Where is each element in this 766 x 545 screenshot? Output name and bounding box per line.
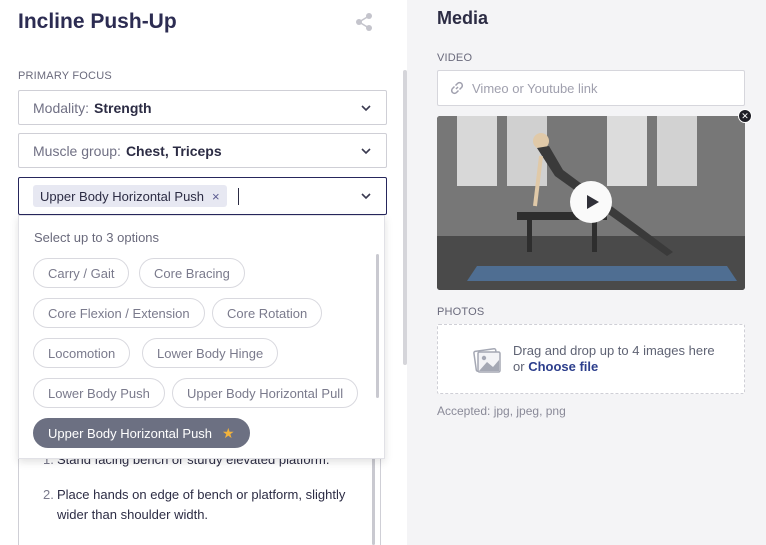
photo-dropzone[interactable]: Drag and drop up to 4 images here or Cho… — [437, 324, 745, 394]
media-title: Media — [437, 8, 489, 28]
video-thumbnail[interactable] — [437, 116, 745, 290]
option-chip[interactable]: Core Flexion / Extension — [33, 298, 205, 328]
option-chip[interactable]: Lower Body Hinge — [142, 338, 279, 368]
chevron-down-icon[interactable] — [360, 145, 372, 157]
option-chip[interactable]: Locomotion — [33, 338, 131, 368]
instructions-scrollbar[interactable] — [372, 455, 375, 545]
image-icon — [473, 348, 501, 373]
video-link-placeholder: Vimeo or Youtube link — [472, 80, 598, 96]
remove-video-icon[interactable]: ✕ — [738, 109, 752, 123]
remove-tag-icon[interactable]: × — [212, 189, 220, 204]
exercise-editor-panel: Incline Push-Up PRIMARY FOCUS Modality: … — [0, 0, 407, 545]
option-chip[interactable]: Carry / Gait — [33, 258, 130, 288]
play-icon — [587, 195, 599, 209]
video-link-input[interactable]: Vimeo or Youtube link — [437, 70, 745, 106]
photo-drop-instructions: Drag and drop up to 4 images here — [513, 343, 715, 358]
modality-select[interactable]: Modality: Strength — [18, 90, 387, 125]
photos-label: PHOTOS — [437, 306, 485, 318]
accepted-formats: Accepted: jpg, jpeg, png — [437, 404, 566, 418]
text-caret — [237, 187, 239, 205]
dropdown-scrollbar[interactable] — [376, 254, 379, 398]
modality-key: Modality: — [33, 99, 90, 116]
selected-tag-label: Upper Body Horizontal Push — [40, 188, 205, 204]
muscle-group-value: Chest, Triceps — [125, 142, 222, 159]
chevron-down-icon[interactable] — [360, 102, 372, 114]
dropdown-hint: Select up to 3 options — [34, 230, 160, 245]
option-chip[interactable]: Core Bracing — [139, 258, 245, 288]
chevron-down-icon[interactable] — [360, 190, 372, 202]
modality-value: Strength — [94, 99, 152, 116]
step-text: Place hands on edge of bench or platform… — [57, 487, 346, 522]
primary-focus-label: PRIMARY FOCUS — [18, 70, 112, 82]
movement-options-dropdown: Select up to 3 options Carry / Gait Core… — [18, 215, 385, 459]
play-button[interactable] — [570, 181, 612, 223]
movement-pattern-select[interactable]: Upper Body Horizontal Push × — [18, 177, 387, 215]
option-chip-label: Upper Body Horizontal Push — [48, 425, 213, 441]
option-chip-selected[interactable]: Upper Body Horizontal Push ★ — [33, 418, 250, 448]
exercise-title: Incline Push-Up — [18, 10, 177, 33]
muscle-group-key: Muscle group: — [33, 142, 121, 159]
star-icon[interactable]: ★ — [222, 425, 235, 442]
step-number: 2. — [43, 487, 54, 502]
share-icon[interactable] — [354, 12, 374, 32]
muscle-group-select[interactable]: Muscle group: Chest, Triceps — [18, 133, 387, 168]
selected-tag: Upper Body Horizontal Push × — [33, 185, 227, 207]
photo-drop-text: Drag and drop up to 4 images here or Cho… — [513, 343, 733, 375]
choose-file-link[interactable]: Choose file — [528, 359, 598, 374]
video-label: VIDEO — [437, 52, 473, 64]
option-chip[interactable]: Lower Body Push — [33, 378, 165, 408]
photo-drop-or: or — [513, 359, 525, 374]
option-chip[interactable]: Core Rotation — [212, 298, 323, 328]
link-icon — [450, 81, 464, 95]
option-chip[interactable]: Upper Body Horizontal Pull — [172, 378, 359, 408]
